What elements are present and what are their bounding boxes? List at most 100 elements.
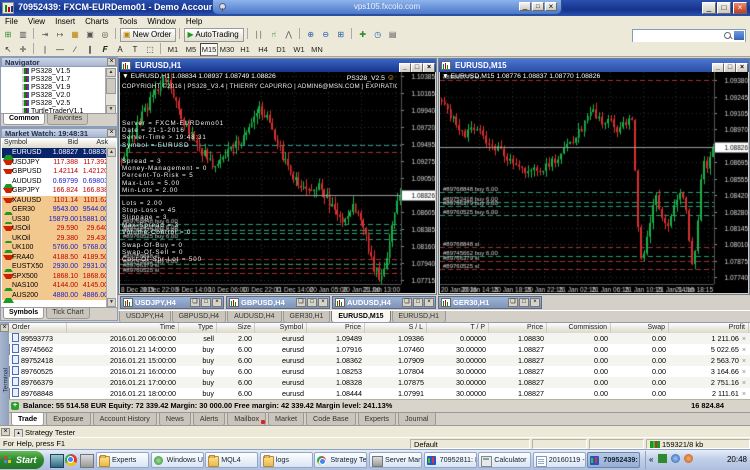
market-watch-row-usdjpy[interactable]: USDJPY117.388117.392 — [2, 158, 107, 168]
close-trade-icon[interactable]: × — [742, 369, 746, 376]
close-icon[interactable]: × — [212, 298, 222, 307]
maximize-icon[interactable]: □ — [307, 298, 317, 307]
new-chart-icon[interactable]: ⊞ — [1, 28, 15, 42]
close-icon[interactable]: × — [318, 298, 328, 307]
timeframe-h1[interactable]: H1 — [236, 43, 254, 56]
menu-insert[interactable]: Insert — [50, 16, 80, 27]
task-button-logs[interactable]: logs — [260, 452, 313, 468]
minimized-window-usdjpy-h4[interactable]: USDJPY,H4❏□× — [120, 296, 224, 309]
close-trade-icon[interactable]: × — [742, 358, 746, 365]
task-button-calculator[interactable]: Calculator — [478, 452, 531, 468]
market-watch-row-xauusd[interactable]: XAUUSD1101.141101.62 — [2, 196, 107, 206]
navigator-item-ps328_v2.0[interactable]: PS328_V2.0 — [2, 92, 106, 100]
orders-column-time[interactable]: Time — [67, 323, 179, 333]
fibonacci-icon[interactable]: 𝑭 — [98, 43, 112, 57]
close-icon[interactable]: × — [424, 298, 434, 307]
market-watch-tab-symbols[interactable]: Symbols — [3, 308, 44, 319]
market-watch-row-spx500[interactable]: SPX5001868.101868.60 — [2, 272, 107, 282]
market-watch-row-gbpusd[interactable]: GBPUSD1.421141.42120 — [2, 167, 107, 177]
navigator-tab-favorites[interactable]: Favorites — [47, 114, 88, 125]
market-watch-tab-tick-chart[interactable]: Tick Chart — [46, 308, 90, 319]
order-row-89752418[interactable]: 897524182016.01.21 15:00:00buy6.00eurusd… — [9, 355, 750, 366]
minimized-window-audusd-h4[interactable]: AUDUSD,H4❏□× — [332, 296, 436, 309]
orders-column-symbol[interactable]: Symbol — [255, 323, 307, 333]
orders-column-tp[interactable]: T / P — [427, 323, 489, 333]
column-header-ask[interactable]: Ask — [78, 139, 108, 146]
menu-view[interactable]: View — [23, 16, 50, 27]
market-watch-row-us30[interactable]: US3015879.0015881.00 — [2, 215, 107, 225]
order-row-89593773[interactable]: 895937732016.01.20 06:00:00sell2.00eurus… — [9, 333, 750, 344]
navigator-item-ps328_v1.7[interactable]: PS328_V1.7 — [2, 76, 106, 84]
window-minimize-button[interactable]: _ — [702, 2, 716, 14]
navigator-close-icon[interactable]: × — [107, 58, 116, 66]
task-button-70952439-f-[interactable]: 70952439: F... — [587, 452, 640, 468]
menu-help[interactable]: Help — [181, 16, 207, 27]
ea-smiley-icon[interactable]: ☺ — [387, 73, 395, 82]
menu-tools[interactable]: Tools — [114, 16, 143, 27]
task-button-strategy-test-[interactable]: Strategy Test... — [314, 452, 367, 468]
candlestick-chart-icon[interactable]: ⑁ — [267, 28, 281, 42]
chart-shift-icon[interactable]: ⇥ — [38, 28, 52, 42]
market-watch-row-fra40[interactable]: FRA404188.504189.50 — [2, 253, 107, 263]
start-button[interactable]: Start — [0, 451, 44, 469]
task-button-70952811-fx-[interactable]: 70952811: FX... — [424, 452, 477, 468]
task-button-server-manager[interactable]: Server Manager — [369, 452, 422, 468]
navigator-scrollbar[interactable]: ▲ ▼ — [105, 68, 116, 114]
timeframe-d1[interactable]: D1 — [272, 43, 290, 56]
orders-column-price[interactable]: Price — [307, 323, 365, 333]
restore-icon[interactable]: ❏ — [508, 298, 518, 307]
menu-charts[interactable]: Charts — [80, 16, 114, 27]
cursor-icon[interactable]: ↖ — [1, 43, 15, 57]
market-watch-close-icon[interactable]: × — [107, 129, 116, 137]
navigator-item-ps328_v1.9[interactable]: PS328_V1.9 — [2, 84, 106, 92]
close-trade-icon[interactable]: × — [742, 336, 746, 343]
zoom-in-icon[interactable]: ⊕ — [304, 28, 318, 42]
timeframe-m5[interactable]: M5 — [182, 43, 200, 56]
shapes-icon[interactable]: ⬚ — [143, 43, 157, 57]
vertical-line-icon[interactable]: ∣ — [38, 43, 52, 57]
scroll-thumb[interactable] — [106, 78, 116, 94]
menu-file[interactable]: File — [0, 16, 23, 27]
timeframe-h4[interactable]: H4 — [254, 43, 272, 56]
market-watch-row-usoil[interactable]: USOil29.59029.640 — [2, 224, 107, 234]
objects-list-icon[interactable]: ▣ — [83, 28, 97, 42]
status-profile[interactable]: Default — [410, 439, 530, 449]
scroll-up-icon[interactable]: ▲ — [106, 68, 116, 77]
timeframe-m30[interactable]: M30 — [218, 43, 236, 56]
chart-canvas-eurusd-m15[interactable] — [440, 72, 748, 293]
navigator-item-ps328_v2.5[interactable]: PS328_V2.5 — [2, 100, 106, 108]
order-row-89768848[interactable]: 897688482016.01.21 18:00:00buy6.00eurusd… — [9, 388, 750, 399]
text-icon[interactable]: A — [113, 43, 127, 57]
profiles-icon[interactable]: ▥ — [16, 28, 30, 42]
task-button-20160119-n-[interactable]: 20160119 - N... — [533, 452, 586, 468]
orders-column-order[interactable]: Order — [9, 323, 67, 333]
order-row-89760525[interactable]: 897605252016.01.21 16:00:00buy6.00eurusd… — [9, 366, 750, 377]
restore-icon[interactable]: ❏ — [402, 298, 412, 307]
chart-window-title-bar[interactable]: EURUSD,H1 _□× — [119, 59, 436, 72]
close-trade-icon[interactable]: × — [742, 380, 746, 387]
trendline-icon[interactable]: ∕ — [68, 43, 82, 57]
menu-window[interactable]: Window — [142, 16, 180, 27]
expand-icon[interactable]: + — [11, 402, 19, 410]
new-order-button[interactable]: ▣ New Order — [120, 28, 176, 42]
zoom-out-icon[interactable]: ⊖ — [319, 28, 333, 42]
tray-network-icon[interactable] — [671, 454, 680, 463]
close-icon[interactable]: × — [530, 298, 540, 307]
orders-column-commission[interactable]: Commission — [547, 323, 611, 333]
search-go-button[interactable] — [734, 31, 744, 40]
timeframe-mn[interactable]: MN — [308, 43, 326, 56]
horizontal-line-icon[interactable]: — — [53, 43, 67, 57]
search-input[interactable] — [632, 29, 746, 43]
indicators-icon[interactable]: ✚ — [356, 28, 370, 42]
tile-windows-icon[interactable]: ⊞ — [334, 28, 348, 42]
channel-icon[interactable]: ∥ — [83, 43, 97, 57]
window-maximize-button[interactable]: □ — [717, 2, 731, 14]
grid-icon[interactable]: ▦ — [68, 28, 82, 42]
tray-alert-icon[interactable] — [684, 454, 693, 463]
maximize-icon[interactable]: □ — [413, 298, 423, 307]
crosshair-icon[interactable]: ✛ — [16, 43, 30, 57]
orders-column-size[interactable]: Size — [217, 323, 255, 333]
autotrading-button[interactable]: ▶ AutoTrading — [184, 28, 243, 42]
market-watch-row-uk100[interactable]: UK1005766.005768.00 — [2, 243, 107, 253]
tray-green-icon[interactable] — [658, 454, 667, 463]
